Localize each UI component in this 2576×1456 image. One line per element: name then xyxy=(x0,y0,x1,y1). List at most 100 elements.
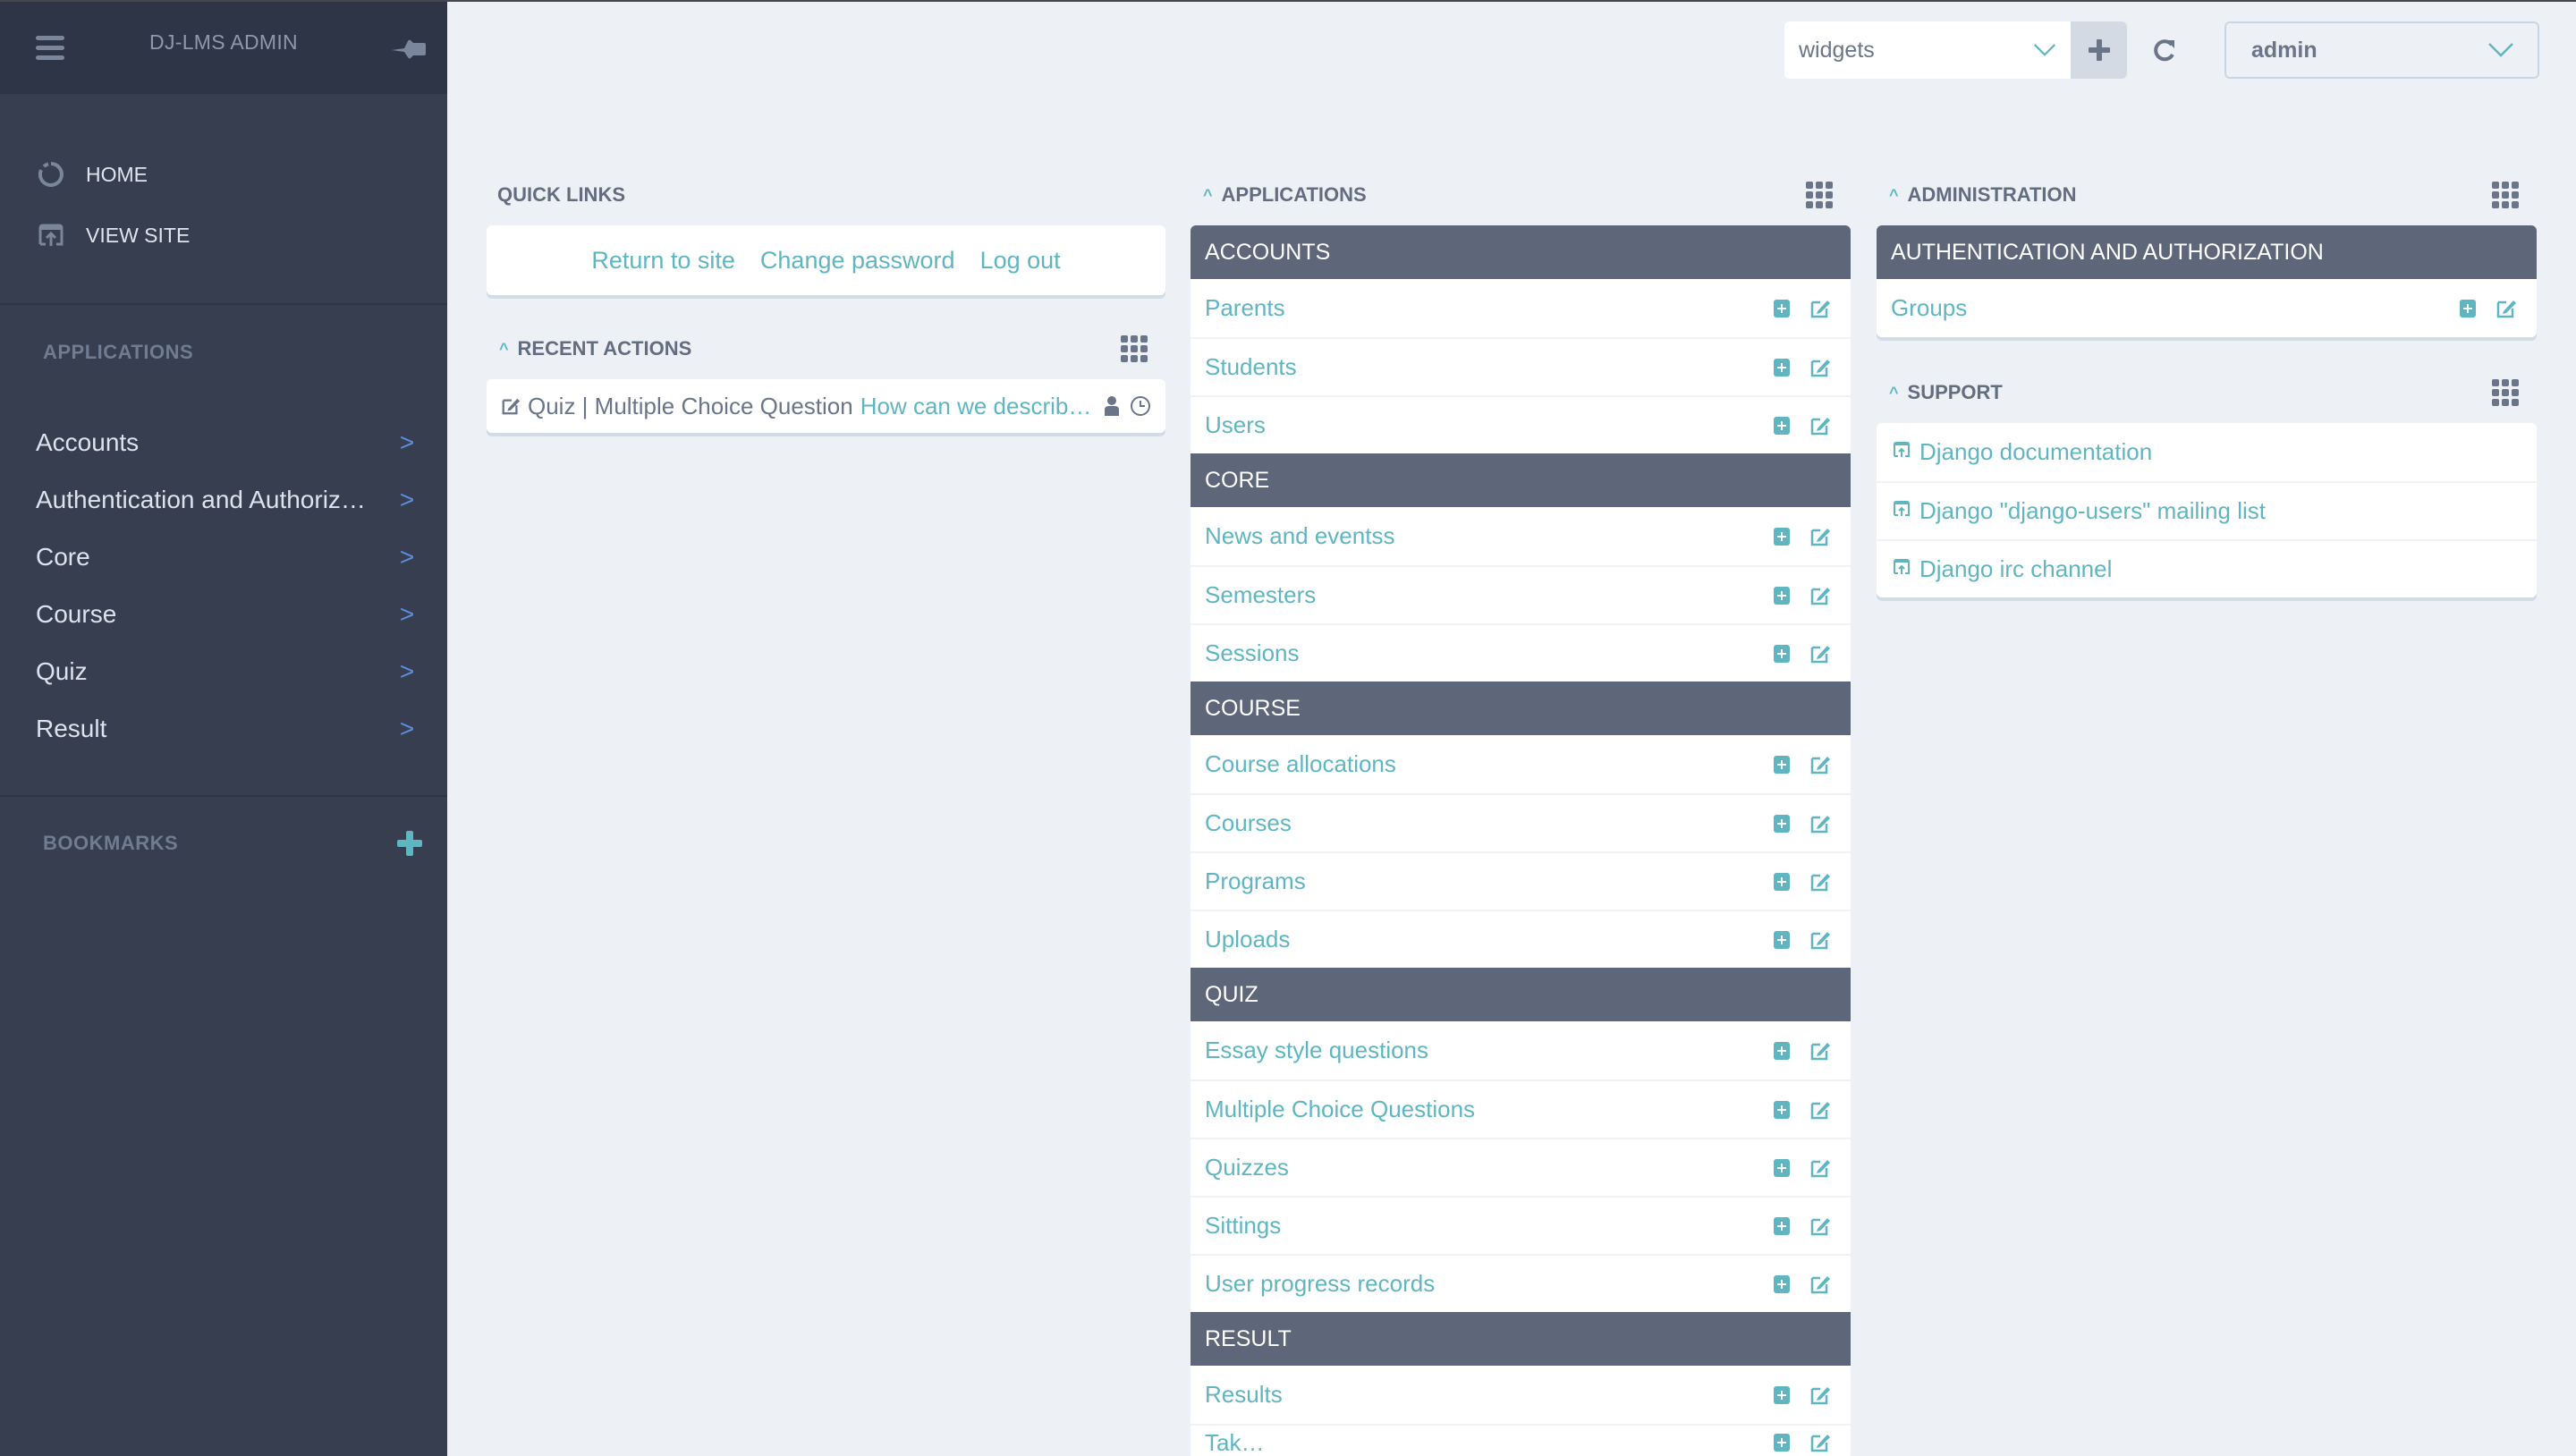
change-icon[interactable] xyxy=(1809,1384,1831,1406)
add-icon[interactable] xyxy=(1774,416,1790,435)
model-link[interactable]: Quizzes xyxy=(1205,1154,1289,1181)
add-icon[interactable] xyxy=(1774,1385,1790,1404)
support-card: Django documentation Django "django-users… xyxy=(1877,423,2537,597)
change-icon[interactable] xyxy=(1809,357,1831,378)
add-icon[interactable] xyxy=(1774,358,1790,377)
sidebar-app-result[interactable]: Result > xyxy=(0,700,447,758)
module-header[interactable]: COURSE xyxy=(1191,681,1851,735)
model-link[interactable]: Essay style questions xyxy=(1205,1037,1428,1064)
sidebar-applications-label: APPLICATIONS xyxy=(43,341,194,363)
administration-card: AUTHENTICATION AND AUTHORIZATION Groups xyxy=(1877,225,2537,337)
model-link[interactable]: Sittings xyxy=(1205,1212,1281,1240)
add-icon[interactable] xyxy=(1774,299,1790,317)
add-icon[interactable] xyxy=(1774,1216,1790,1235)
model-link[interactable]: News and eventss xyxy=(1205,522,1394,550)
collapse-caret-icon[interactable]: ^ xyxy=(499,340,509,359)
drag-handle-icon[interactable] xyxy=(1806,182,1833,208)
change-icon[interactable] xyxy=(1809,871,1831,893)
collapse-caret-icon[interactable]: ^ xyxy=(1203,186,1213,205)
change-icon[interactable] xyxy=(1809,813,1831,834)
model-link[interactable]: Sessions xyxy=(1205,639,1300,667)
log-out-link[interactable]: Log out xyxy=(980,247,1061,275)
sidebar-view-site-link[interactable]: VIEW SITE xyxy=(0,205,447,266)
reset-dashboard-button[interactable] xyxy=(2148,34,2181,66)
add-icon[interactable] xyxy=(1774,1434,1790,1452)
drag-handle-icon[interactable] xyxy=(2492,379,2519,406)
add-icon[interactable] xyxy=(1774,930,1790,949)
model-row: Quizzes xyxy=(1191,1138,1851,1196)
change-icon[interactable] xyxy=(1809,526,1831,547)
change-icon[interactable] xyxy=(1809,585,1831,606)
model-row: Multiple Choice Questions xyxy=(1191,1079,1851,1138)
drag-handle-icon[interactable] xyxy=(2492,182,2519,208)
add-icon[interactable] xyxy=(1774,527,1790,546)
model-link[interactable]: Tak… xyxy=(1205,1429,1264,1456)
collapse-caret-icon[interactable]: ^ xyxy=(1889,384,1899,402)
module-header[interactable]: QUIZ xyxy=(1191,968,1851,1021)
add-icon[interactable] xyxy=(1774,1041,1790,1060)
model-link[interactable]: Semesters xyxy=(1205,581,1316,609)
sidebar-app-authentication[interactable]: Authentication and Authoriz… > xyxy=(0,471,447,529)
widgets-select[interactable]: widgets xyxy=(1784,21,2071,79)
add-icon[interactable] xyxy=(1774,872,1790,891)
model-link[interactable]: Programs xyxy=(1205,868,1306,895)
module-header[interactable]: AUTHENTICATION AND AUTHORIZATION xyxy=(1877,225,2537,279)
add-icon[interactable] xyxy=(1774,644,1790,663)
support-title: SUPPORT xyxy=(1907,381,2003,403)
change-icon[interactable] xyxy=(1809,643,1831,665)
add-icon[interactable] xyxy=(1774,586,1790,605)
model-link[interactable]: Users xyxy=(1205,411,1266,439)
change-icon[interactable] xyxy=(1809,929,1831,951)
change-icon[interactable] xyxy=(1809,754,1831,775)
change-icon[interactable] xyxy=(1809,298,1831,319)
change-password-link[interactable]: Change password xyxy=(760,247,955,275)
add-icon[interactable] xyxy=(1774,755,1790,774)
module-header[interactable]: CORE xyxy=(1191,453,1851,507)
add-icon[interactable] xyxy=(1774,814,1790,833)
change-action-icon xyxy=(502,398,521,415)
sidebar-home-link[interactable]: HOME xyxy=(0,144,447,205)
model-link[interactable]: Courses xyxy=(1205,809,1292,837)
external-link-icon xyxy=(1893,558,1911,580)
add-icon[interactable] xyxy=(1774,1100,1790,1119)
model-link[interactable]: User progress records xyxy=(1205,1270,1435,1298)
user-menu-select[interactable]: admin xyxy=(2224,21,2539,79)
recent-action-object-link[interactable]: How can we describ… xyxy=(860,393,1094,420)
drag-handle-icon[interactable] xyxy=(1121,335,1148,362)
change-icon[interactable] xyxy=(1809,1157,1831,1179)
support-link[interactable]: Django documentation xyxy=(1919,438,2152,466)
plus-icon xyxy=(2088,39,2110,61)
model-link[interactable]: Multiple Choice Questions xyxy=(1205,1096,1475,1123)
change-icon[interactable] xyxy=(1809,1040,1831,1062)
module-header[interactable]: ACCOUNTS xyxy=(1191,225,1851,279)
support-link-row: Django irc channel xyxy=(1877,539,2537,597)
change-icon[interactable] xyxy=(1809,1215,1831,1237)
add-icon[interactable] xyxy=(1774,1158,1790,1177)
add-bookmark-icon[interactable] xyxy=(395,829,424,858)
change-icon[interactable] xyxy=(2496,298,2517,319)
module-header[interactable]: RESULT xyxy=(1191,1312,1851,1366)
sidebar-app-course[interactable]: Course > xyxy=(0,586,447,643)
change-icon[interactable] xyxy=(1809,415,1831,436)
support-link[interactable]: Django irc channel xyxy=(1919,555,2112,583)
model-link[interactable]: Groups xyxy=(1891,294,1967,322)
model-link[interactable]: Students xyxy=(1205,353,1297,381)
model-link[interactable]: Results xyxy=(1205,1381,1283,1409)
sidebar-app-core[interactable]: Core > xyxy=(0,529,447,586)
model-link[interactable]: Uploads xyxy=(1205,926,1290,953)
model-link[interactable]: Course allocations xyxy=(1205,750,1396,778)
return-to-site-link[interactable]: Return to site xyxy=(591,247,735,275)
add-icon[interactable] xyxy=(2460,299,2476,317)
change-icon[interactable] xyxy=(1809,1099,1831,1121)
change-icon[interactable] xyxy=(1809,1432,1831,1453)
collapse-caret-icon[interactable]: ^ xyxy=(1889,186,1899,205)
support-link[interactable]: Django "django-users" mailing list xyxy=(1919,497,2266,525)
model-link[interactable]: Parents xyxy=(1205,294,1285,322)
sidebar-app-quiz[interactable]: Quiz > xyxy=(0,643,447,700)
sidebar-app-label: Core xyxy=(36,543,90,571)
add-widget-button[interactable] xyxy=(2071,21,2127,79)
sidebar-app-accounts[interactable]: Accounts > xyxy=(0,414,447,471)
add-icon[interactable] xyxy=(1774,1274,1790,1293)
change-icon[interactable] xyxy=(1809,1274,1831,1295)
pin-icon[interactable] xyxy=(392,36,426,63)
